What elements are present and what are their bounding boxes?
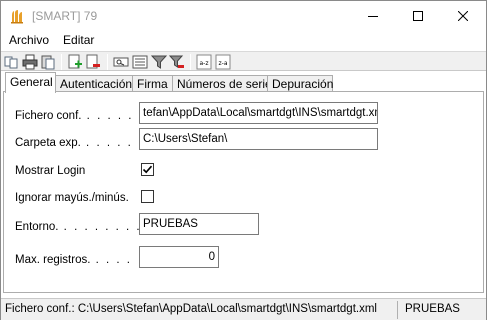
paste-icon[interactable] (40, 54, 56, 70)
app-logo-icon (9, 9, 26, 24)
toolbar: a-z z-a (1, 51, 486, 71)
tab-label: Firma (137, 77, 168, 91)
close-button[interactable] (440, 1, 486, 31)
ignorar-mayus-label: Ignorar mayús./minús. (15, 192, 129, 204)
app-window: [SMART] 79 Archivo Editar a-z z-a Genera… (0, 0, 487, 320)
tab-label: Depuración (272, 77, 334, 91)
mostrar-login-label: Mostrar Login (15, 165, 86, 177)
menu-editar[interactable]: Editar (56, 31, 101, 50)
checkmark-icon (142, 165, 153, 174)
preview-icon[interactable] (113, 54, 129, 70)
copy-icon[interactable] (4, 54, 20, 70)
status-file-path: Fichero conf.: C:\Users\Stefan\AppData\L… (5, 303, 377, 315)
filter-icon[interactable] (150, 54, 168, 70)
tab-label: Autenticación (60, 77, 133, 91)
maximize-icon (413, 11, 423, 21)
menu-archivo[interactable]: Archivo (1, 31, 56, 50)
toolbar-separator (61, 54, 62, 70)
max-registros-label: Max. registros. . . . . (15, 254, 132, 266)
sort-za-icon[interactable]: z-a (215, 54, 231, 70)
print-icon[interactable] (22, 54, 38, 70)
list-icon[interactable] (132, 54, 148, 70)
maximize-button[interactable] (395, 1, 441, 31)
tab-general[interactable]: General (5, 72, 56, 93)
tab-panel-general: Fichero conf. . . . . . . tefan\AppData\… (3, 91, 484, 293)
toolbar-separator (190, 54, 191, 70)
ignorar-mayus-checkbox[interactable] (141, 190, 154, 203)
minimize-icon (368, 16, 378, 17)
status-separator (397, 301, 398, 319)
menu-bar: Archivo Editar (1, 31, 486, 50)
fichero-conf-label: Fichero conf. . . . . . . (15, 110, 144, 122)
fichero-conf-field[interactable]: tefan\AppData\Local\smartdgt\INS\smartdg… (139, 102, 378, 124)
close-icon (458, 11, 468, 21)
sort-az-label: a-z (200, 60, 209, 67)
minimize-button[interactable] (350, 1, 396, 31)
entorno-field[interactable]: PRUEBAS (139, 213, 259, 235)
status-bar: Fichero conf.: C:\Users\Stefan\AppData\L… (1, 298, 486, 320)
filter-clear-icon[interactable] (168, 54, 185, 70)
delete-icon[interactable] (85, 54, 101, 70)
status-environment: PRUEBAS (405, 303, 460, 315)
mostrar-login-checkbox[interactable] (141, 163, 154, 176)
tab-label: Números de serie (177, 77, 272, 91)
carpeta-exp-label: Carpeta exp. . . . . . . . (15, 137, 154, 149)
max-registros-field[interactable]: 0 (139, 246, 219, 268)
title-bar[interactable]: [SMART] 79 (1, 1, 486, 31)
tab-label: General (10, 75, 53, 89)
carpeta-exp-field[interactable]: C:\Users\Stefan\ (139, 128, 378, 150)
sort-az-icon[interactable]: a-z (196, 54, 212, 70)
window-title: [SMART] 79 (32, 9, 98, 23)
sort-za-label: z-a (219, 60, 228, 67)
tab-strip: General Autenticación Firma Números de s… (1, 72, 486, 93)
add-icon[interactable] (67, 54, 83, 70)
toolbar-separator (107, 54, 108, 70)
